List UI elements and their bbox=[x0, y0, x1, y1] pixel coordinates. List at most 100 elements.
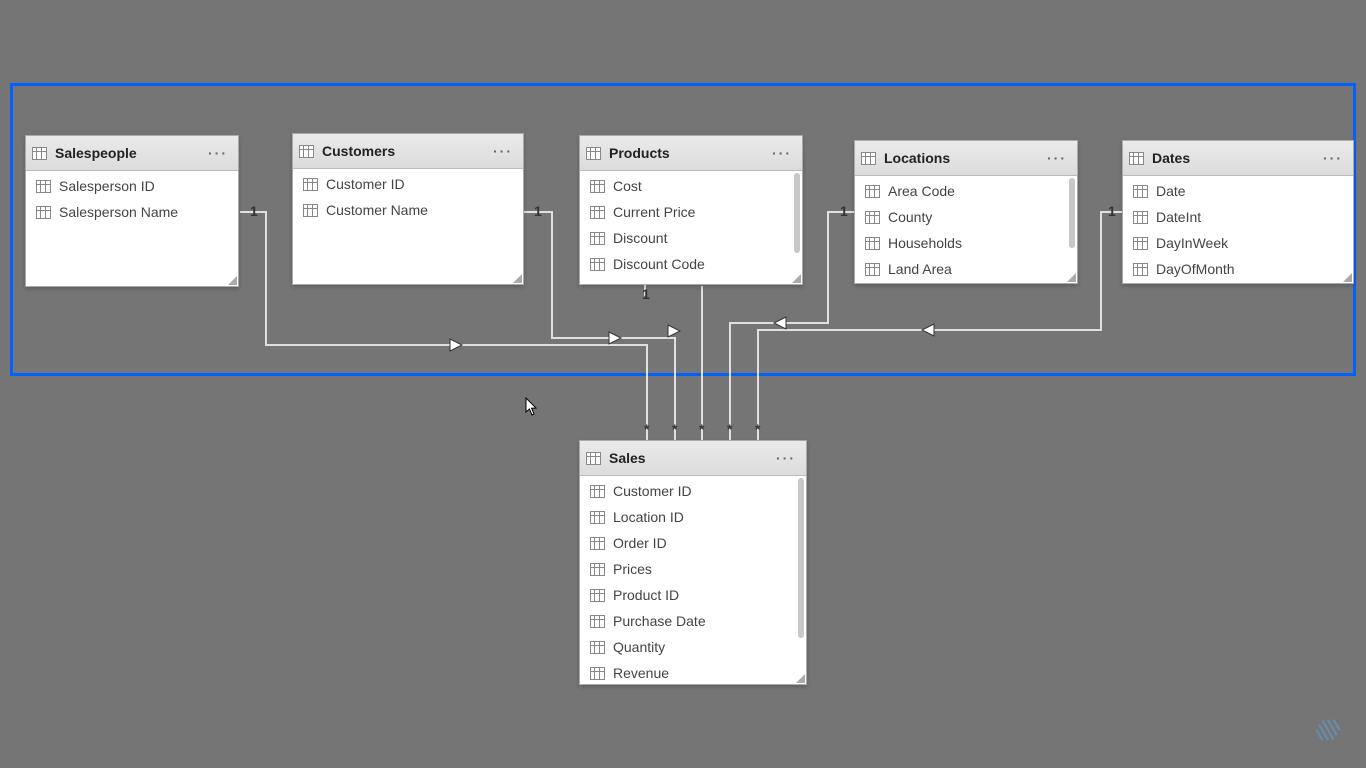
field-row[interactable]: DayOfMonth bbox=[1123, 256, 1353, 282]
resize-handle[interactable] bbox=[791, 273, 801, 283]
field-row[interactable]: Salesperson Name bbox=[26, 199, 238, 225]
table-header[interactable]: Sales ··· bbox=[580, 441, 806, 476]
field-row[interactable]: County bbox=[855, 204, 1077, 230]
resize-handle[interactable] bbox=[1066, 272, 1076, 282]
column-icon bbox=[590, 206, 605, 219]
field-row[interactable]: Current Price bbox=[580, 199, 802, 225]
table-icon bbox=[586, 147, 601, 160]
field-label: Prices bbox=[613, 561, 652, 577]
column-icon bbox=[865, 185, 880, 198]
diagram-canvas[interactable]: 1 1 1 1 1 * * * * * Salespeople ··· Sale… bbox=[0, 0, 1366, 768]
field-row[interactable]: Prices bbox=[580, 556, 806, 582]
column-icon bbox=[590, 615, 605, 628]
column-icon bbox=[590, 667, 605, 680]
field-label: Salesperson ID bbox=[59, 178, 155, 194]
table-icon bbox=[861, 152, 876, 165]
field-label: Customer ID bbox=[326, 176, 405, 192]
more-options-icon[interactable]: ··· bbox=[768, 145, 796, 161]
column-icon bbox=[590, 563, 605, 576]
table-header[interactable]: Locations ··· bbox=[855, 141, 1077, 176]
field-label: Purchase Date bbox=[613, 613, 706, 629]
more-options-icon[interactable]: ··· bbox=[489, 143, 517, 159]
table-icon bbox=[32, 147, 47, 160]
table-title: Dates bbox=[1152, 150, 1319, 166]
table-products[interactable]: Products ··· Cost Current Price Discount… bbox=[579, 135, 803, 285]
table-title: Customers bbox=[322, 143, 489, 159]
field-row[interactable]: Order ID bbox=[580, 530, 806, 556]
table-header[interactable]: Products ··· bbox=[580, 136, 802, 171]
table-body: Date DateInt DayInWeek DayOfMonth bbox=[1123, 176, 1353, 284]
table-title: Salespeople bbox=[55, 145, 204, 161]
field-row[interactable]: Customer ID bbox=[293, 171, 523, 197]
table-body: Customer ID Customer Name bbox=[293, 169, 523, 285]
scrollbar[interactable] bbox=[798, 478, 804, 638]
field-label: Discount bbox=[613, 230, 667, 246]
table-header[interactable]: Dates ··· bbox=[1123, 141, 1353, 176]
table-body: Customer ID Location ID Order ID Prices … bbox=[580, 476, 806, 685]
field-label: DayInWeek bbox=[1156, 235, 1228, 251]
field-label: Revenue bbox=[613, 665, 669, 681]
resize-handle[interactable] bbox=[512, 273, 522, 283]
column-icon bbox=[1133, 237, 1148, 250]
table-customers[interactable]: Customers ··· Customer ID Customer Name bbox=[292, 133, 524, 285]
field-label: Area Code bbox=[888, 183, 955, 199]
table-locations[interactable]: Locations ··· Area Code County Household… bbox=[854, 140, 1078, 284]
column-icon bbox=[865, 237, 880, 250]
more-options-icon[interactable]: ··· bbox=[204, 145, 232, 161]
field-label: Location ID bbox=[613, 509, 684, 525]
more-options-icon[interactable]: ··· bbox=[1043, 150, 1071, 166]
field-label: Cost bbox=[613, 178, 642, 194]
field-row[interactable]: Households bbox=[855, 230, 1077, 256]
resize-handle[interactable] bbox=[227, 275, 237, 285]
column-icon bbox=[1133, 211, 1148, 224]
field-label: County bbox=[888, 209, 932, 225]
resize-handle[interactable] bbox=[795, 673, 805, 683]
field-label: Order ID bbox=[613, 535, 667, 551]
column-icon bbox=[36, 180, 51, 193]
table-icon bbox=[1129, 152, 1144, 165]
column-icon bbox=[590, 258, 605, 271]
field-row[interactable]: Purchase Date bbox=[580, 608, 806, 634]
column-icon bbox=[590, 232, 605, 245]
column-icon bbox=[865, 211, 880, 224]
field-row[interactable]: Salesperson ID bbox=[26, 173, 238, 199]
field-row[interactable]: Discount bbox=[580, 225, 802, 251]
table-salespeople[interactable]: Salespeople ··· Salesperson ID Salespers… bbox=[25, 135, 239, 287]
cardinality-many: * bbox=[644, 421, 650, 437]
field-row[interactable]: Product ID bbox=[580, 582, 806, 608]
field-row[interactable]: Customer ID bbox=[580, 478, 806, 504]
table-title: Products bbox=[609, 145, 768, 161]
table-sales[interactable]: Sales ··· Customer ID Location ID Order … bbox=[579, 440, 807, 685]
column-icon bbox=[1133, 263, 1148, 276]
field-row[interactable]: Date bbox=[1123, 178, 1353, 204]
more-options-icon[interactable]: ··· bbox=[772, 450, 800, 466]
column-icon bbox=[865, 263, 880, 276]
column-icon bbox=[1133, 185, 1148, 198]
table-header[interactable]: Salespeople ··· bbox=[26, 136, 238, 171]
table-title: Locations bbox=[884, 150, 1043, 166]
table-header[interactable]: Customers ··· bbox=[293, 134, 523, 169]
table-dates[interactable]: Dates ··· Date DateInt DayInWeek DayOfMo… bbox=[1122, 140, 1354, 284]
table-icon bbox=[586, 452, 601, 465]
resize-handle[interactable] bbox=[1342, 272, 1352, 282]
field-row[interactable]: Location ID bbox=[580, 504, 806, 530]
field-label: Current Price bbox=[613, 204, 695, 220]
field-row[interactable]: DayInWeek bbox=[1123, 230, 1353, 256]
field-row[interactable]: Discount Code bbox=[580, 251, 802, 277]
mouse-cursor bbox=[525, 397, 539, 417]
field-row[interactable]: Quantity bbox=[580, 634, 806, 660]
table-title: Sales bbox=[609, 450, 772, 466]
field-row[interactable]: Revenue bbox=[580, 660, 806, 685]
field-row[interactable]: Area Code bbox=[855, 178, 1077, 204]
field-row[interactable]: Customer Name bbox=[293, 197, 523, 223]
field-label: Product ID bbox=[613, 587, 679, 603]
field-label: DayOfMonth bbox=[1156, 261, 1235, 277]
field-row[interactable]: Cost bbox=[580, 173, 802, 199]
field-row[interactable]: Land Area bbox=[855, 256, 1077, 282]
table-icon bbox=[299, 145, 314, 158]
scrollbar[interactable] bbox=[794, 173, 800, 253]
more-options-icon[interactable]: ··· bbox=[1319, 150, 1347, 166]
field-row[interactable]: DateInt bbox=[1123, 204, 1353, 230]
cardinality-many: * bbox=[727, 421, 733, 437]
scrollbar[interactable] bbox=[1069, 178, 1075, 248]
